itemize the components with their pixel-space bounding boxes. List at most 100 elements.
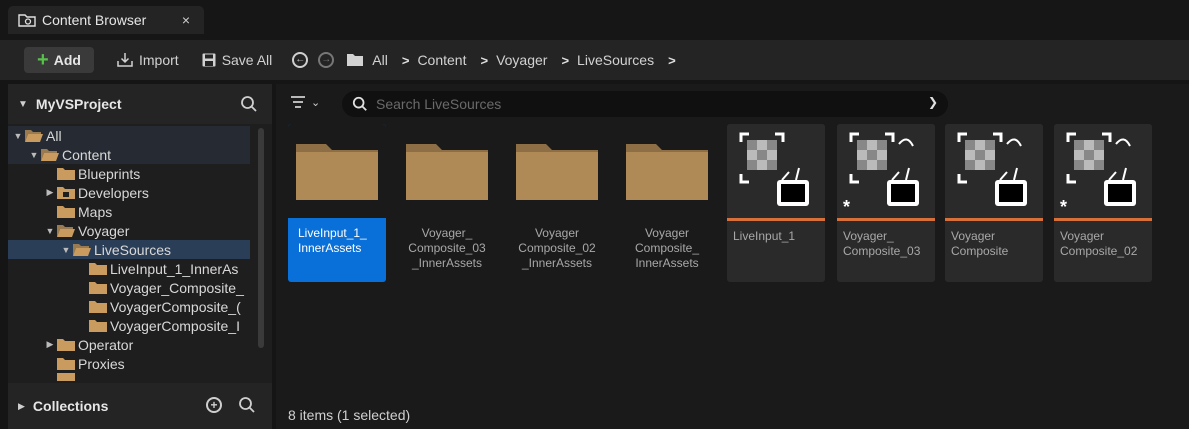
asset-tile-folder[interactable]: Voyager_ Composite_03 _InnerAssets bbox=[398, 124, 496, 282]
asset-name-line: LiveInput_1 bbox=[733, 229, 796, 243]
asset-name-line: Voyager_ bbox=[421, 226, 473, 240]
close-icon[interactable]: × bbox=[182, 12, 190, 28]
plus-icon: + bbox=[37, 49, 49, 71]
asset-name-line: Composite_02 bbox=[518, 241, 596, 255]
search-input[interactable] bbox=[376, 96, 896, 112]
tree-item-content[interactable]: ▼ Content bbox=[8, 145, 250, 164]
tree-item-all[interactable]: ▼ All bbox=[8, 126, 250, 145]
breadcrumb-content[interactable]: Content bbox=[417, 52, 466, 68]
tree-item-proxies[interactable]: Proxies bbox=[8, 354, 250, 373]
sources-panel: ▼ MyVSProject ▼ All ▼ Content Blueprints… bbox=[8, 84, 272, 429]
search-icon[interactable] bbox=[238, 396, 256, 414]
save-all-button[interactable]: Save All bbox=[201, 52, 273, 68]
caret-right-icon[interactable]: ▶ bbox=[44, 339, 56, 350]
filter-button[interactable]: ⌄ bbox=[290, 95, 320, 109]
import-button[interactable]: Import bbox=[116, 52, 179, 68]
caret-down-icon: ▼ bbox=[18, 98, 28, 110]
composite-tv-icon bbox=[739, 132, 809, 206]
asset-name-line: Composite_02 bbox=[1060, 244, 1138, 258]
tree-item-developers[interactable]: ▶ Developers bbox=[8, 183, 250, 202]
breadcrumb-separator[interactable]: > bbox=[402, 53, 410, 68]
asset-tile-folder[interactable]: LiveInput_1_ InnerAssets bbox=[288, 124, 386, 282]
tree-item-label: Voyager_Composite_ bbox=[110, 279, 244, 296]
tree-scrollbar[interactable] bbox=[258, 128, 264, 348]
composite-tv-icon bbox=[1066, 132, 1136, 206]
modified-icon: * bbox=[1060, 197, 1068, 217]
filter-row: ⌄ ❯ bbox=[276, 84, 1189, 122]
asset-name-line: Composite_03 bbox=[843, 244, 921, 258]
asset-tile-composite[interactable]: * Voyager_ Composite_03 bbox=[837, 124, 935, 282]
asset-tile-composite[interactable]: * Voyager Composite_02 bbox=[1054, 124, 1152, 282]
asset-name-line: _InnerAssets bbox=[521, 256, 593, 270]
breadcrumb-separator[interactable]: > bbox=[480, 53, 488, 68]
save-icon bbox=[202, 53, 216, 67]
open-folder-icon bbox=[25, 129, 43, 142]
tree-item-blueprints[interactable]: Blueprints bbox=[8, 164, 250, 183]
open-folder-icon bbox=[41, 148, 59, 161]
tree-item-voyager-composite-03[interactable]: Voyager_Composite_ bbox=[8, 278, 250, 297]
folder-icon bbox=[89, 300, 107, 313]
tree-item-operator[interactable]: ▶ Operator bbox=[8, 335, 250, 354]
breadcrumb-separator[interactable]: > bbox=[668, 53, 676, 68]
caret-down-icon[interactable]: ▼ bbox=[44, 226, 56, 236]
back-arrow-icon[interactable]: ← bbox=[292, 52, 309, 68]
tree-item-label: VoyagerComposite_I bbox=[110, 317, 240, 334]
folder-icon bbox=[89, 319, 107, 332]
asset-tile-folder[interactable]: Voyager Composite_ InnerAssets bbox=[618, 124, 716, 282]
folder-icon bbox=[347, 54, 364, 66]
add-label: Add bbox=[53, 52, 81, 68]
add-collection-icon[interactable]: + bbox=[206, 397, 222, 413]
search-icon[interactable] bbox=[240, 95, 258, 113]
tree-item-maps[interactable]: Maps bbox=[8, 202, 250, 221]
project-header[interactable]: ▼ MyVSProject bbox=[8, 84, 272, 124]
chevron-down-icon[interactable]: ❯ bbox=[928, 95, 938, 109]
caret-down-icon[interactable]: ▼ bbox=[28, 150, 40, 160]
filter-icon bbox=[291, 96, 305, 108]
tab-content-browser[interactable]: Content Browser × bbox=[8, 6, 204, 34]
tree-item-label: VoyagerComposite_( bbox=[110, 298, 241, 315]
tree-item-clipped bbox=[8, 373, 250, 381]
asset-name-line: InnerAssets bbox=[298, 241, 362, 255]
breadcrumb-voyager[interactable]: Voyager bbox=[496, 52, 547, 68]
open-folder-icon bbox=[57, 224, 75, 237]
caret-down-icon[interactable]: ▼ bbox=[12, 131, 24, 141]
tree-item-livesources[interactable]: ▼ LiveSources bbox=[8, 240, 250, 259]
asset-tile-composite[interactable]: Voyager Composite bbox=[945, 124, 1043, 282]
forward-arrow-icon[interactable]: → bbox=[318, 52, 335, 68]
tree-item-label: All bbox=[46, 127, 62, 144]
save-all-label: Save All bbox=[221, 52, 273, 68]
breadcrumb-all[interactable]: All bbox=[372, 52, 388, 68]
tree-item-label: Operator bbox=[78, 336, 134, 353]
folder-icon bbox=[57, 373, 75, 381]
search-icon bbox=[352, 96, 367, 111]
collections-label: Collections bbox=[32, 398, 109, 414]
folder-icon bbox=[516, 144, 598, 200]
search-field[interactable]: ❯ bbox=[342, 91, 948, 117]
tree-item-label: Maps bbox=[78, 203, 113, 220]
tree-item-voyagercomposite-02[interactable]: VoyagerComposite_( bbox=[8, 297, 250, 316]
tree-item-liveinput-inner[interactable]: LiveInput_1_InnerAs bbox=[8, 259, 250, 278]
folder-icon bbox=[57, 357, 75, 370]
add-button[interactable]: + Add bbox=[24, 47, 94, 73]
asset-name-line: Composite_ bbox=[634, 241, 700, 255]
tree-item-label: Proxies bbox=[78, 355, 125, 372]
folder-icon bbox=[626, 144, 708, 200]
asset-name-line: Composite bbox=[951, 244, 1009, 258]
breadcrumb-livesources[interactable]: LiveSources bbox=[577, 52, 654, 68]
collections-header[interactable]: ▶ Collections + bbox=[8, 383, 272, 429]
asset-name-line: Composite_03 bbox=[408, 241, 486, 255]
caret-down-icon[interactable]: ▼ bbox=[60, 245, 72, 255]
tree-item-label: LiveInput_1_InnerAs bbox=[110, 260, 239, 277]
tree-item-label: Blueprints bbox=[78, 165, 141, 182]
asset-tile-folder[interactable]: Voyager Composite_02 _InnerAssets bbox=[508, 124, 606, 282]
asset-name-line: Voyager_ bbox=[843, 229, 894, 243]
asset-tile-composite[interactable]: LiveInput_1 bbox=[727, 124, 825, 282]
tree-item-voyagercomposite-inner[interactable]: VoyagerComposite_I bbox=[8, 316, 250, 335]
developer-folder-icon bbox=[57, 186, 75, 199]
breadcrumb-separator[interactable]: > bbox=[561, 53, 569, 68]
tree-item-voyager[interactable]: ▼ Voyager bbox=[8, 221, 250, 240]
caret-right-icon[interactable]: ▶ bbox=[44, 187, 56, 198]
chevron-down-icon: ⌄ bbox=[311, 96, 321, 109]
folder-icon bbox=[57, 338, 75, 351]
composite-tv-icon bbox=[957, 132, 1027, 206]
